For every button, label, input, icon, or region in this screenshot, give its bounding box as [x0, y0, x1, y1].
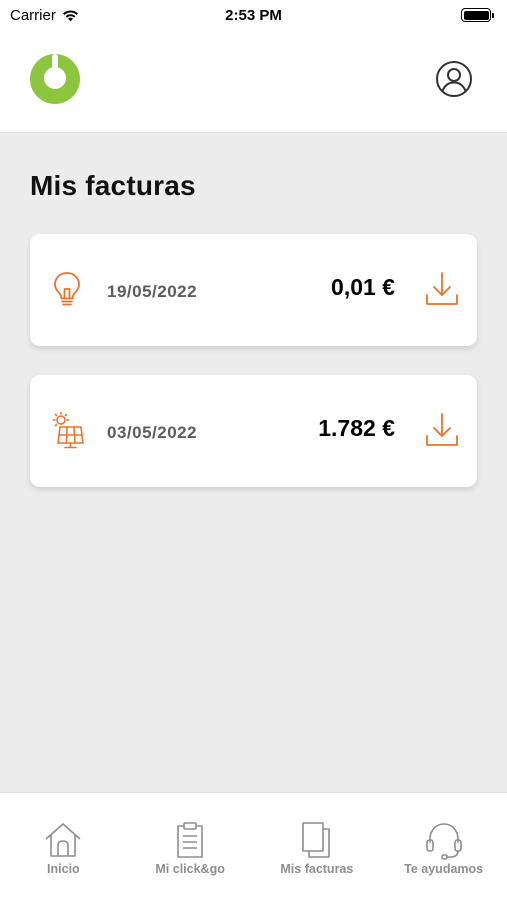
status-left: Carrier: [10, 7, 79, 24]
tab-bar: Inicio Mi click&go Mis facturas Te ayuda…: [0, 792, 507, 900]
home-icon: [45, 823, 81, 857]
download-icon[interactable]: [424, 412, 460, 448]
download-icon[interactable]: [424, 271, 460, 307]
clipboard-icon: [177, 822, 203, 858]
tab-label: Mi click&go: [155, 862, 225, 876]
tab-mi-click-go[interactable]: Mi click&go: [127, 793, 254, 900]
invoice-amount: 1.782 €: [318, 415, 395, 441]
invoice-card[interactable]: 03/05/2022 1.782 €: [30, 375, 477, 487]
user-icon[interactable]: [435, 60, 473, 98]
tab-label: Mis facturas: [280, 862, 354, 876]
power-logo[interactable]: [30, 54, 80, 104]
tab-inicio[interactable]: Inicio: [0, 793, 127, 900]
invoice-date: 19/05/2022: [107, 282, 198, 301]
documents-icon: [302, 822, 330, 858]
main-content: Mis facturas 19/05/2022 0,01 € 03/05/202…: [0, 134, 507, 792]
invoice-card[interactable]: 19/05/2022 0,01 €: [30, 234, 477, 346]
tab-label: Inicio: [47, 862, 80, 876]
app-header: [0, 30, 507, 133]
wifi-icon: [62, 9, 78, 21]
tab-mis-facturas[interactable]: Mis facturas: [254, 793, 381, 900]
carrier-label: Carrier: [10, 6, 56, 24]
solar-panel-icon: [52, 411, 84, 449]
tab-te-ayudamos[interactable]: Te ayudamos: [380, 793, 507, 900]
invoice-date: 03/05/2022: [107, 423, 198, 442]
page-title: Mis facturas: [30, 170, 196, 201]
tab-label: Te ayudamos: [404, 862, 484, 876]
invoice-amount: 0,01 €: [331, 274, 395, 300]
lightbulb-icon: [54, 272, 80, 306]
headset-icon: [425, 823, 462, 860]
status-bar: Carrier 2:53 PM: [0, 0, 507, 30]
battery-icon: [461, 8, 494, 22]
